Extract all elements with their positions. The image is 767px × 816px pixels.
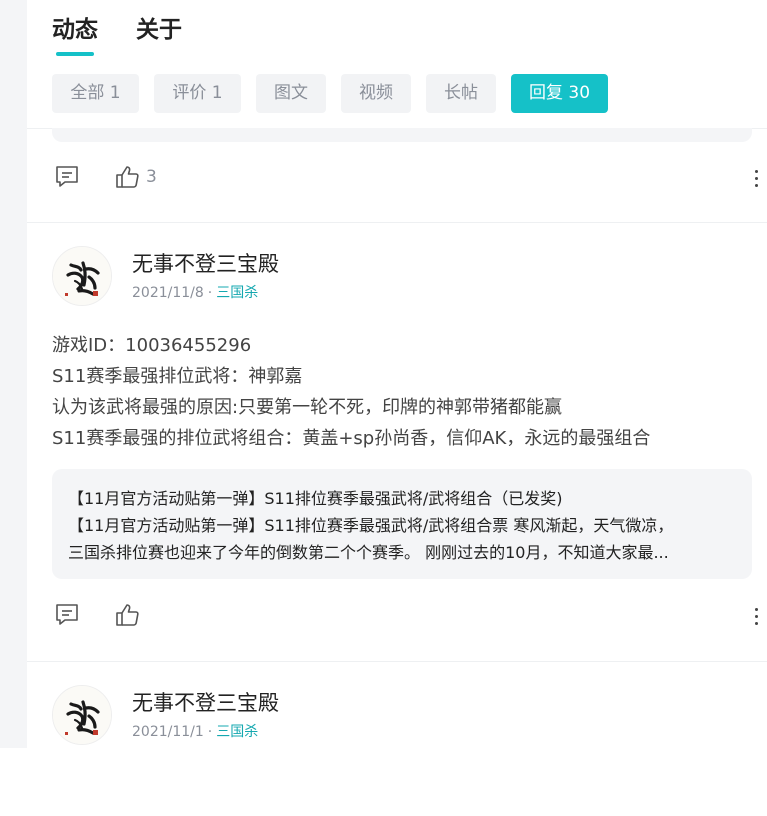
- filter-reviews[interactable]: 评价 1: [154, 74, 241, 113]
- filter-all[interactable]: 全部 1: [52, 74, 139, 113]
- more-options-button[interactable]: [746, 166, 766, 190]
- post-meta: 2021/11/8 · 三国杀: [132, 282, 258, 302]
- post-date: 2021/11/8: [132, 285, 204, 301]
- meta-separator: ·: [207, 724, 213, 740]
- post-card: 无事不登三宝殿 2021/11/1 · 三国杀: [52, 685, 752, 748]
- like-count: 3: [146, 167, 157, 187]
- filter-image-text[interactable]: 图文: [256, 74, 326, 113]
- forum-link[interactable]: 三国杀: [216, 724, 258, 740]
- post-divider: [27, 661, 767, 662]
- post-date: 2021/11/1: [132, 724, 204, 740]
- calligraphy-avatar-icon: [53, 247, 111, 305]
- tab-guanyu[interactable]: 关于: [136, 10, 182, 44]
- meta-separator: ·: [207, 285, 213, 301]
- more-options-button[interactable]: [746, 604, 766, 628]
- post-card: 无事不登三宝殿 2021/11/8 · 三国杀 游戏ID：10036455296 S…: [52, 246, 758, 646]
- active-tab-indicator: [56, 52, 94, 56]
- quoted-thread-excerpt: 【11月官方活动贴第一弹】S11排位赛季最强武将/武将组合票 寒风渐起，天气微凉…: [68, 516, 674, 535]
- quoted-thread-excerpt: 三国杀排位赛也迎来了今年的倒数第二个个赛季。 刚刚过去的10月，不知道大家最..…: [68, 543, 669, 562]
- filter-long-post[interactable]: 长帖: [426, 74, 496, 113]
- forum-link[interactable]: 三国杀: [216, 285, 258, 301]
- comment-icon: [54, 602, 80, 628]
- like-button[interactable]: [114, 602, 146, 628]
- previous-quote-card-tail[interactable]: [52, 128, 752, 142]
- quoted-thread-title: 【11月官方活动贴第一弹】S11排位赛季最强武将/武将组合（已发奖): [68, 489, 563, 508]
- thumbs-up-icon: [114, 602, 140, 628]
- comment-button[interactable]: [54, 602, 80, 628]
- filter-video[interactable]: 视频: [341, 74, 411, 113]
- comment-button[interactable]: [54, 164, 80, 190]
- post-actions: [52, 602, 758, 630]
- quoted-thread-card[interactable]: 【11月官方活动贴第一弹】S11排位赛季最强武将/武将组合（已发奖) 【11月官…: [52, 469, 752, 579]
- thumbs-up-icon: [114, 164, 140, 190]
- filter-replies[interactable]: 回复 30: [511, 74, 608, 113]
- avatar[interactable]: [52, 246, 112, 306]
- left-background-strip: [0, 0, 27, 748]
- post-meta: 2021/11/1 · 三国杀: [132, 721, 258, 741]
- post-line-game-id: 游戏ID：10036455296: [52, 335, 252, 356]
- main-content: 动态 关于 全部 1 评价 1 图文 视频 长帖 回复 30 3 无事不登三宝殿…: [27, 0, 767, 748]
- calligraphy-avatar-icon: [53, 686, 111, 744]
- author-name[interactable]: 无事不登三宝殿: [132, 248, 279, 278]
- post-body[interactable]: 游戏ID：10036455296 S11赛季最强排位武将：神郭嘉 认为该武将最强…: [52, 330, 752, 454]
- prev-post-actions: 3: [52, 164, 758, 192]
- avatar[interactable]: [52, 685, 112, 745]
- post-line-combo: S11赛季最强的排位武将组合：黄盖+sp孙尚香，信仰AK，永远的最强组合: [52, 428, 651, 449]
- tab-dongtai[interactable]: 动态: [52, 10, 98, 44]
- post-line-reason: 认为该武将最强的原因:只要第一轮不死，印牌的神郭带猪都能赢: [52, 397, 563, 418]
- post-divider: [27, 222, 767, 223]
- author-name[interactable]: 无事不登三宝殿: [132, 687, 279, 717]
- comment-icon: [54, 164, 80, 190]
- like-button[interactable]: 3: [114, 164, 157, 190]
- post-line-strongest-general: S11赛季最强排位武将：神郭嘉: [52, 366, 303, 387]
